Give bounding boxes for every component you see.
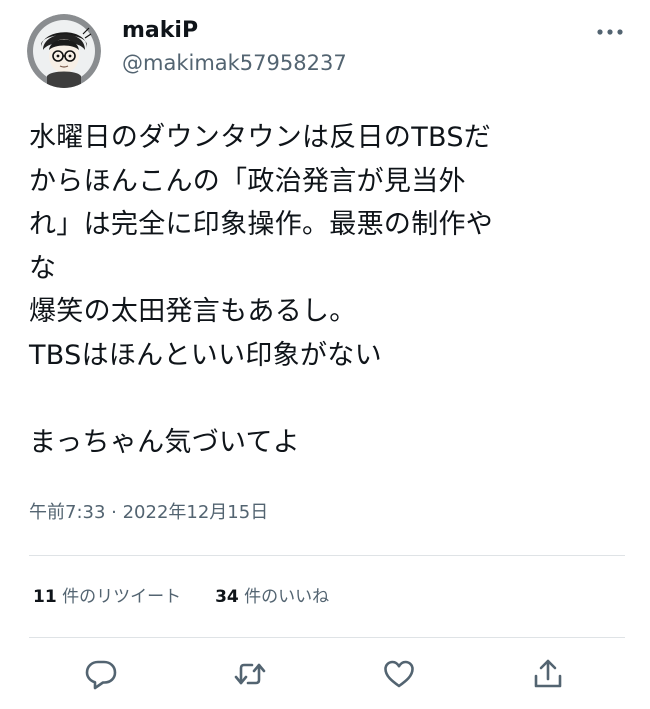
engagement-stats: 11 件のリツイート 34 件のいいね <box>33 584 329 610</box>
divider-top <box>29 555 625 556</box>
display-name[interactable]: makiP <box>122 17 198 45</box>
retweets-stat[interactable]: 11 件のリツイート <box>33 584 181 610</box>
user-handle[interactable]: @makimak57958237 <box>122 49 347 77</box>
divider-bottom <box>29 637 625 638</box>
avatar-illustration-icon <box>27 14 101 88</box>
more-dots-icon <box>597 29 623 35</box>
reply-icon <box>85 660 117 690</box>
reply-button[interactable] <box>84 657 118 691</box>
avatar[interactable] <box>27 14 101 88</box>
more-options-button[interactable] <box>592 20 628 44</box>
share-icon <box>534 659 562 688</box>
tweet-timestamp[interactable]: 午前7:33 · 2022年12月15日 <box>29 500 268 526</box>
retweets-label: 件のリツイート <box>56 587 182 607</box>
share-button[interactable] <box>531 657 565 691</box>
tweet-text: 水曜日のダウンタウンは反日のTBSだ からほんこんの「政治発言が見当外 れ」は完… <box>29 122 494 459</box>
retweet-button[interactable] <box>233 657 267 691</box>
likes-label: 件のいいね <box>238 587 330 607</box>
like-heart-icon <box>384 660 414 688</box>
likes-count: 34 <box>215 587 239 607</box>
like-button[interactable] <box>382 657 416 691</box>
retweets-count: 11 <box>33 587 57 607</box>
retweet-icon <box>234 663 266 685</box>
likes-stat[interactable]: 34 件のいいね <box>215 584 329 610</box>
